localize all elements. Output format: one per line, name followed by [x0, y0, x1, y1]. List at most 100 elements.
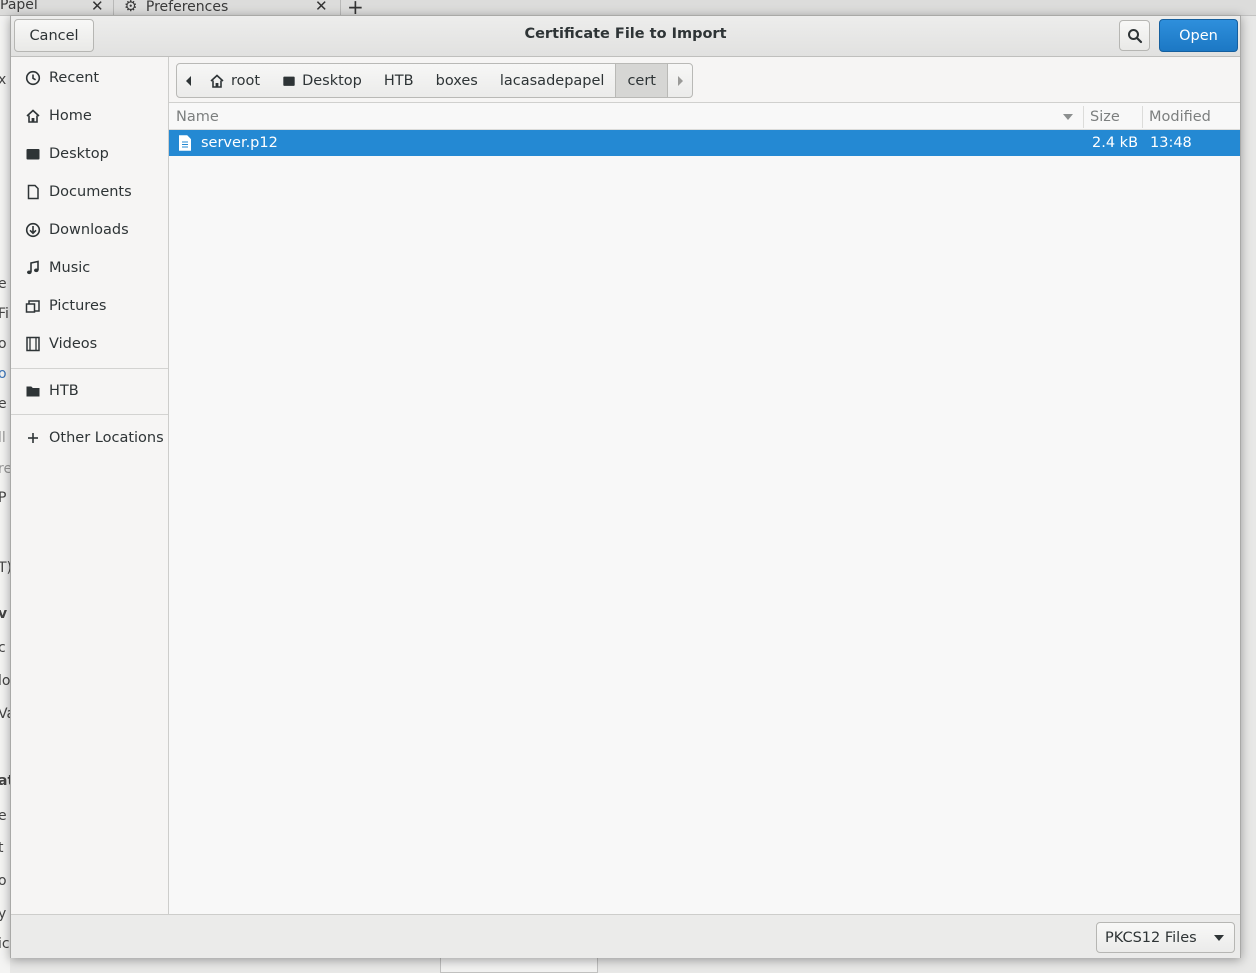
background-page-edge: x e Fi o o e ll re P T) v c lo Va at e t…: [0, 16, 10, 973]
search-icon: [1127, 28, 1142, 43]
sidebar-item-label: Pictures: [49, 298, 107, 314]
path-segment-root[interactable]: root: [201, 64, 271, 97]
sidebar-item-label: HTB: [49, 383, 79, 399]
videos-icon: [24, 335, 42, 353]
path-segment-label: root: [231, 72, 261, 89]
background-text: t: [0, 840, 4, 856]
file-list: Name Size Modified server.p12 2.4 kB 13:…: [169, 102, 1240, 914]
background-text: o: [0, 336, 7, 352]
background-text: P: [0, 490, 7, 506]
sidebar-item-recent[interactable]: Recent: [11, 60, 168, 96]
path-segment-htb[interactable]: HTB: [373, 64, 425, 97]
background-text: T): [0, 560, 10, 576]
column-header-label: Modified: [1149, 108, 1211, 125]
desktop-icon: [282, 74, 296, 88]
background-text: Fi: [0, 306, 9, 322]
path-scroll-right-button[interactable]: [668, 64, 692, 97]
path-bar: root Desktop HTB boxes lacasadepapel cer…: [176, 63, 693, 98]
sidebar-item-label: Downloads: [49, 222, 129, 238]
column-header-size[interactable]: Size: [1083, 103, 1141, 130]
background-text: e: [0, 276, 7, 292]
sidebar-item-videos[interactable]: Videos: [11, 326, 168, 362]
filter-value: PKCS12 Files: [1105, 929, 1197, 946]
path-segment-lacasadepapel[interactable]: lacasadepapel: [489, 64, 616, 97]
background-text: ic: [0, 936, 10, 952]
path-segment-desktop[interactable]: Desktop: [271, 64, 373, 97]
path-segment-label: HTB: [383, 72, 414, 89]
background-text: ll: [0, 430, 6, 446]
background-text: re: [0, 461, 10, 477]
background-text: v: [0, 606, 8, 622]
column-header-row: Name Size Modified: [169, 103, 1240, 130]
background-text: o: [0, 366, 7, 382]
sidebar-item-music[interactable]: Music: [11, 250, 168, 286]
sidebar-separator: [11, 368, 168, 369]
sidebar-separator: [11, 414, 168, 415]
sidebar-item-label: Documents: [49, 184, 132, 200]
path-segment-boxes[interactable]: boxes: [425, 64, 489, 97]
path-segment-cert[interactable]: cert: [615, 64, 668, 97]
close-icon[interactable]: ✕: [91, 0, 104, 15]
music-icon: [24, 259, 42, 277]
path-segment-label: lacasadepapel: [499, 72, 605, 89]
recent-icon: [24, 69, 42, 87]
folder-icon: [24, 382, 42, 400]
background-tab-bar: Papel ✕ ⚙ Preferences ✕ +: [0, 0, 1256, 19]
chevron-down-icon: [1214, 935, 1224, 941]
document-icon: [178, 130, 192, 156]
sort-descending-icon: [1063, 114, 1073, 120]
pictures-icon: [24, 297, 42, 315]
file-chooser-dialog: Cancel Certificate File to Import Open R…: [10, 15, 1241, 958]
documents-icon: [24, 183, 42, 201]
file-name: server.p12: [201, 135, 278, 151]
file-row-selected[interactable]: server.p12 2.4 kB 13:48: [169, 130, 1240, 156]
background-tab[interactable]: Papel ✕: [0, 0, 104, 16]
path-segment-label: Desktop: [302, 72, 362, 89]
column-header-modified[interactable]: Modified: [1142, 103, 1240, 130]
sidebar-item-label: Music: [49, 260, 91, 276]
sidebar-item-other-locations[interactable]: Other Locations: [11, 420, 168, 456]
chevron-right-icon: [678, 75, 683, 86]
close-icon[interactable]: ✕: [315, 0, 328, 15]
sidebar-item-label: Desktop: [49, 146, 109, 162]
sidebar-item-label: Other Locations: [49, 430, 164, 446]
path-segment-label: boxes: [435, 72, 478, 89]
places-sidebar: Recent Home Desktop Documents Downloads: [11, 57, 169, 914]
search-button[interactable]: [1119, 20, 1150, 51]
sidebar-item-downloads[interactable]: Downloads: [11, 212, 168, 248]
sidebar-item-htb[interactable]: HTB: [11, 373, 168, 409]
sidebar-item-desktop[interactable]: Desktop: [11, 136, 168, 172]
background-text: x: [0, 72, 7, 88]
path-segment-label: cert: [627, 72, 656, 89]
background-text: lo: [0, 673, 10, 689]
file-modified: 13:48: [1150, 135, 1192, 151]
sidebar-item-home[interactable]: Home: [11, 98, 168, 134]
home-icon: [209, 73, 225, 89]
sidebar-item-documents[interactable]: Documents: [11, 174, 168, 210]
background-text: y: [0, 906, 7, 922]
file-size: 2.4 kB: [1092, 135, 1139, 151]
background-text: Va: [0, 706, 10, 722]
path-scroll-left-button[interactable]: [177, 64, 201, 97]
downloads-icon: [24, 221, 42, 239]
background-text: e: [0, 808, 7, 824]
cancel-button[interactable]: Cancel: [14, 19, 94, 52]
open-button[interactable]: Open: [1159, 19, 1238, 52]
home-icon: [24, 107, 42, 125]
file-type-filter-dropdown[interactable]: PKCS12 Files: [1096, 922, 1235, 953]
background-tab-preferences[interactable]: ⚙ Preferences ✕: [124, 0, 328, 16]
sidebar-item-label: Videos: [49, 336, 98, 352]
column-header-label: Size: [1090, 108, 1120, 125]
background-security-devices-button: [440, 958, 598, 973]
background-text: c: [0, 640, 6, 656]
sidebar-item-pictures[interactable]: Pictures: [11, 288, 168, 324]
column-header-label: Name: [176, 108, 219, 125]
dialog-footer: PKCS12 Files: [11, 914, 1240, 958]
background-text: e: [0, 396, 7, 412]
dialog-title: Certificate File to Import: [524, 26, 727, 42]
sidebar-item-label: Home: [49, 108, 92, 124]
background-text: o: [0, 873, 7, 889]
gear-icon: ⚙: [124, 0, 138, 15]
desktop-icon: [24, 145, 42, 163]
column-header-name[interactable]: Name: [169, 103, 1082, 130]
